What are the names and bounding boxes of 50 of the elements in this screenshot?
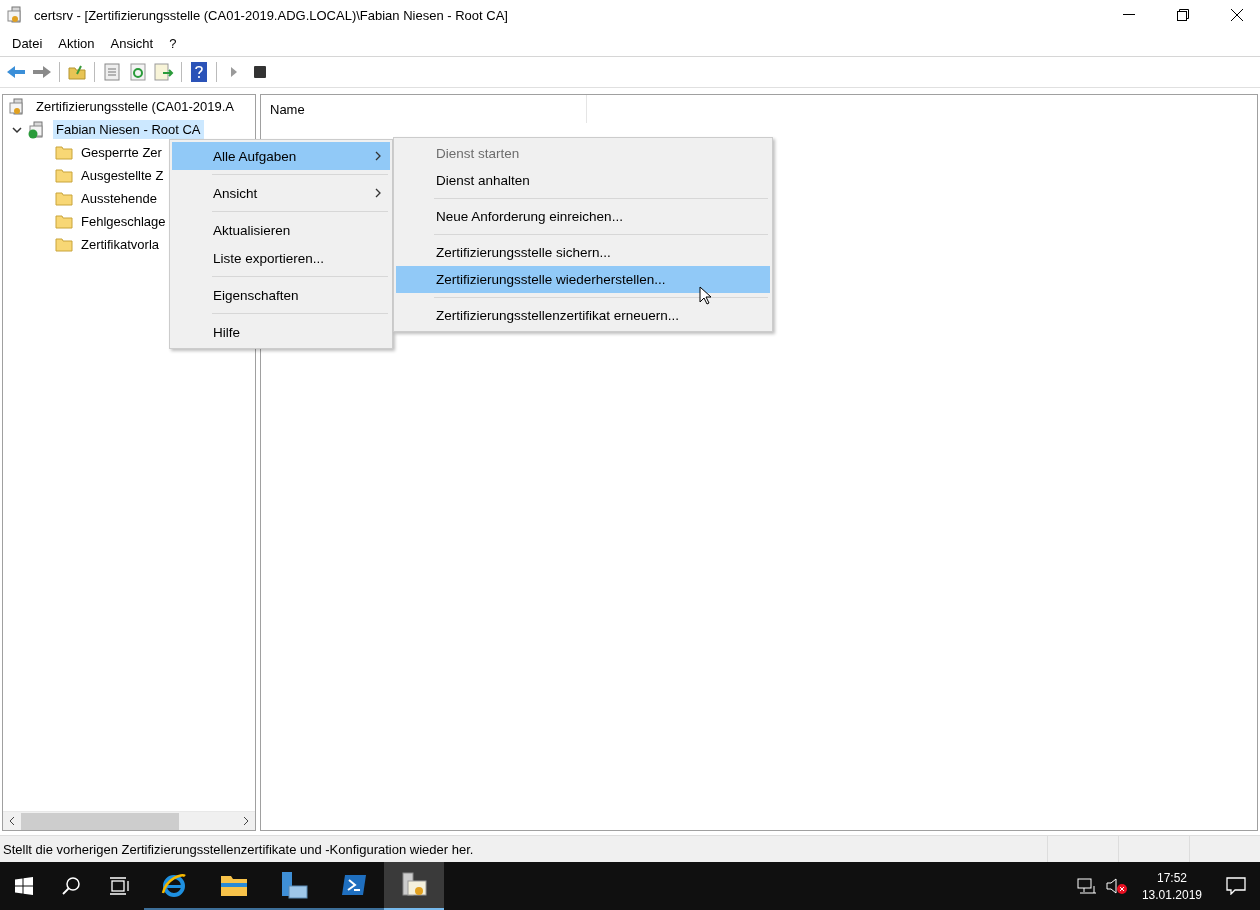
- folder-icon: [55, 214, 73, 229]
- window-title: certsrv - [Zertifizierungsstelle (CA01-2019.ADG.LOCAL)\Fabian Niesen - Root CA]: [34, 7, 509, 23]
- menu-item[interactable]: Zertifizierungsstelle sichern...: [396, 239, 770, 266]
- folder-icon: [55, 191, 73, 206]
- column-header[interactable]: Name: [261, 95, 587, 123]
- certificate-authority-icon: [399, 871, 429, 899]
- menu-item[interactable]: Aktualisieren: [172, 216, 390, 244]
- menu-item[interactable]: Zertifizierungsstelle wiederherstellen...: [396, 266, 770, 293]
- folder-icon: [55, 145, 73, 160]
- close-icon[interactable]: [1231, 9, 1243, 21]
- notification-icon[interactable]: [1226, 877, 1246, 895]
- tree-item[interactable]: Ausgestellte Z: [78, 166, 167, 185]
- tree-item[interactable]: Ausstehende: [78, 189, 160, 208]
- menu-bar-item[interactable]: Aktion: [50, 35, 103, 51]
- restore-icon[interactable]: [1177, 9, 1189, 21]
- server-manager-icon: [279, 870, 309, 900]
- menu-item[interactable]: Liste exportieren...: [172, 244, 390, 272]
- status-text: Stellt die vorherigen Zertifizierungsstellenzertifikate und -Konfiguration wieder her.: [2, 841, 475, 857]
- search-icon[interactable]: [62, 876, 82, 896]
- menu-item[interactable]: Dienst anhalten: [396, 167, 770, 194]
- terminal-icon: [341, 874, 367, 896]
- menu-item[interactable]: Alle Aufgaben: [172, 142, 390, 170]
- task-view-icon[interactable]: [110, 877, 130, 895]
- folder-icon: [220, 873, 248, 897]
- scrollbar-thumb[interactable]: [21, 812, 179, 830]
- menu-item[interactable]: Zertifizierungsstellenzertifikat erneuern...: [396, 302, 770, 329]
- taskbar-app-button[interactable]: [384, 862, 444, 910]
- refresh-icon[interactable]: [127, 61, 149, 83]
- menu-bar-item[interactable]: Datei: [4, 35, 51, 51]
- menu-item[interactable]: Ansicht: [172, 179, 390, 207]
- menu-bar-item[interactable]: ?: [161, 35, 185, 51]
- menu-item[interactable]: Eigenschaften: [172, 281, 390, 309]
- tree-item[interactable]: Fabian Niesen - Root CA: [53, 120, 204, 139]
- menu-item[interactable]: Hilfe: [172, 318, 390, 346]
- tree-item[interactable]: Gesperrte Zer: [78, 143, 165, 162]
- menu-bar-item[interactable]: Ansicht: [102, 35, 162, 51]
- tree-item[interactable]: Fehlgeschlage: [78, 212, 169, 231]
- minimize-icon[interactable]: [1123, 14, 1135, 16]
- menu-item[interactable]: Neue Anforderung einreichen...: [396, 203, 770, 230]
- clock-time[interactable]: 17:52: [1156, 870, 1187, 885]
- mouse-pointer-icon: [699, 286, 712, 305]
- tree-item[interactable]: Zertifikatvorla: [78, 235, 163, 254]
- tree-item[interactable]: Zertifizierungsstelle (CA01-2019.A: [33, 97, 237, 116]
- browser-icon: [160, 871, 188, 899]
- windows-logo-icon[interactable]: [15, 877, 33, 895]
- clock-date[interactable]: 13.01.2019: [1141, 887, 1202, 902]
- help-icon[interactable]: [188, 61, 210, 83]
- folder-icon: [55, 237, 73, 252]
- export-icon[interactable]: [153, 61, 175, 83]
- folder-icon: [55, 168, 73, 183]
